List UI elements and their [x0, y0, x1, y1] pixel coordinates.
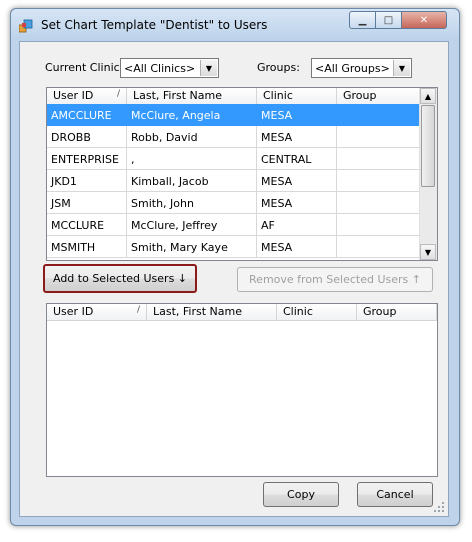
cell-user-id: MSMITH	[47, 236, 127, 258]
cell-group	[337, 236, 421, 258]
window-title: Set Chart Template "Dentist" to Users	[41, 18, 268, 32]
column-header-clinic[interactable]: Clinic	[257, 88, 337, 104]
table-row[interactable]: MSMITH Smith, Mary Kaye MESA	[47, 236, 421, 258]
cell-user-id: MCCLURE	[47, 214, 127, 236]
column-header-name[interactable]: Last, First Name	[127, 88, 257, 104]
cell-name: Kimball, Jacob	[127, 170, 257, 192]
scroll-up-icon[interactable]: ▲	[420, 88, 436, 104]
resize-grip-icon[interactable]	[433, 501, 445, 513]
cell-group	[337, 192, 421, 214]
groups-combo-value: <All Groups>	[315, 62, 390, 75]
available-users-scrollbar[interactable]: ▲ ▼	[419, 88, 437, 260]
cell-group	[337, 148, 421, 170]
cell-clinic: MESA	[257, 126, 337, 148]
scroll-down-icon[interactable]: ▼	[420, 244, 436, 260]
copy-button[interactable]: Copy	[263, 482, 339, 507]
cell-clinic: MESA	[257, 192, 337, 214]
available-users-header: User ID / Last, First Name Clinic Group	[47, 88, 421, 105]
close-icon: ✕	[419, 14, 429, 26]
scroll-thumb[interactable]	[421, 105, 435, 187]
cell-clinic: CENTRAL	[257, 148, 337, 170]
cell-user-id: ENTERPRISE	[47, 148, 127, 170]
sort-indicator-icon: /	[116, 89, 120, 99]
table-row[interactable]: MCCLURE McClure, Jeffrey AF	[47, 214, 421, 236]
cell-group	[337, 104, 421, 126]
selected-users-header: User ID / Last, First Name Clinic Group	[47, 304, 437, 321]
cell-name: McClure, Jeffrey	[127, 214, 257, 236]
cell-name: Robb, David	[127, 126, 257, 148]
table-row[interactable]: AMCCLURE McClure, Angela MESA	[47, 104, 421, 126]
sort-indicator-icon: /	[136, 305, 140, 315]
column-header-user-id[interactable]: User ID /	[47, 304, 147, 320]
cell-clinic: MESA	[257, 170, 337, 192]
add-to-selected-users-button[interactable]: Add to Selected Users ↓	[43, 264, 197, 293]
cancel-button[interactable]: Cancel	[357, 482, 433, 507]
cell-name: Smith, John	[127, 192, 257, 214]
available-users-grid[interactable]: User ID / Last, First Name Clinic Group …	[46, 87, 438, 261]
title-bar[interactable]: Set Chart Template "Dentist" to Users ▁ …	[11, 9, 459, 41]
table-row[interactable]: ENTERPRISE , CENTRAL	[47, 148, 421, 170]
column-header-group[interactable]: Group	[357, 304, 437, 320]
cell-user-id: JKD1	[47, 170, 127, 192]
groups-label: Groups:	[257, 61, 300, 74]
dialog-client-area: Current Clinic: <All Clinics> ▼ Groups: …	[19, 41, 449, 517]
column-header-group[interactable]: Group	[337, 88, 421, 104]
column-header-user-id[interactable]: User ID /	[47, 88, 127, 104]
cell-clinic: MESA	[257, 236, 337, 258]
dialog-window: Set Chart Template "Dentist" to Users ▁ …	[10, 8, 460, 526]
clinic-combo[interactable]: <All Clinics> ▼	[120, 58, 219, 78]
chevron-down-icon[interactable]: ▼	[200, 60, 217, 76]
clinic-combo-value: <All Clinics>	[124, 62, 196, 75]
groups-combo[interactable]: <All Groups> ▼	[311, 58, 412, 78]
cell-group	[337, 126, 421, 148]
table-row[interactable]: JSM Smith, John MESA	[47, 192, 421, 214]
cell-user-id: DROBB	[47, 126, 127, 148]
close-button[interactable]: ✕	[401, 11, 447, 29]
table-row[interactable]: DROBB Robb, David MESA	[47, 126, 421, 148]
cell-clinic: MESA	[257, 104, 337, 126]
cell-user-id: JSM	[47, 192, 127, 214]
cell-user-id: AMCCLURE	[47, 104, 127, 126]
clinic-label: Current Clinic:	[45, 61, 124, 74]
minimize-button[interactable]: ▁	[349, 11, 376, 29]
table-row[interactable]: JKD1 Kimball, Jacob MESA	[47, 170, 421, 192]
remove-from-selected-users-button[interactable]: Remove from Selected Users ↑	[237, 267, 433, 292]
maximize-button[interactable]: □	[375, 11, 402, 29]
cell-clinic: AF	[257, 214, 337, 236]
cell-name: ,	[127, 148, 257, 170]
chevron-down-icon[interactable]: ▼	[393, 60, 410, 76]
cell-group	[337, 170, 421, 192]
selected-users-grid[interactable]: User ID / Last, First Name Clinic Group	[46, 303, 438, 477]
minimize-icon: ▁	[358, 14, 367, 26]
cell-name: Smith, Mary Kaye	[127, 236, 257, 258]
cell-group	[337, 214, 421, 236]
column-header-clinic[interactable]: Clinic	[277, 304, 357, 320]
maximize-icon: □	[383, 14, 394, 26]
cell-name: McClure, Angela	[127, 104, 257, 126]
app-icon	[19, 19, 33, 33]
column-header-name[interactable]: Last, First Name	[147, 304, 277, 320]
